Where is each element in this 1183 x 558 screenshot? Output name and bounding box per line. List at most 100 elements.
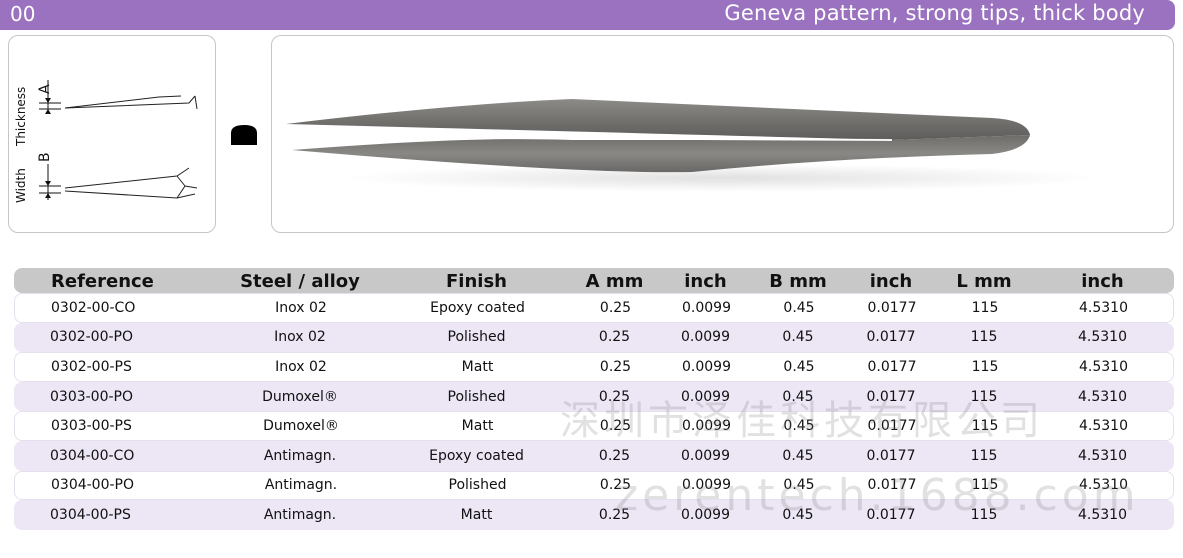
- cell-steel-alloy: Inox 02: [275, 358, 327, 375]
- cell-steel-alloy: Antimagn.: [263, 506, 337, 523]
- table-row: 0304-00-PO Antimagn. Polished 0.25 0.0099 0.4…: [14, 470, 1174, 501]
- cell-l-mm: 115: [971, 358, 999, 375]
- cell-l-mm: 115: [970, 329, 998, 346]
- cell-a-inch: 0.0099: [682, 358, 731, 375]
- cell-a-mm: 0.25: [598, 447, 631, 464]
- cell-finish: Polished: [448, 477, 507, 494]
- cell-steel-alloy: Dumoxel®: [263, 418, 339, 435]
- cell-l-mm: 115: [970, 388, 998, 405]
- cell-a-mm: 0.25: [599, 418, 632, 435]
- top-view-lower-arm: [64, 190, 196, 199]
- cell-b-mm: 0.45: [782, 506, 814, 523]
- table-row: 0302-00-CO Inox 02 Epoxy coated 0.25 0.0099 0…: [14, 293, 1174, 323]
- cell-steel-alloy: Inox 02: [274, 329, 326, 346]
- cell-b-inch: 0.0177: [867, 358, 917, 375]
- col-header-l-mm: L mm: [940, 270, 1028, 293]
- col-header-a-mm: A mm: [572, 270, 657, 293]
- cell-b-inch: 0.0177: [866, 447, 916, 464]
- cell-reference: 0303-00-PS: [51, 418, 132, 435]
- cell-b-inch: 0.0177: [866, 329, 916, 346]
- cell-a-inch: 0.0099: [682, 418, 731, 435]
- tip-profile-drawing: [39, 80, 198, 200]
- cell-reference: 0304-00-PO: [51, 477, 135, 494]
- cell-b-inch: 0.0177: [867, 299, 917, 316]
- cell-l-mm: 115: [970, 506, 998, 523]
- col-header-steel-alloy: Steel / alloy: [219, 270, 381, 293]
- table-row: 0303-00-PS Dumoxel® Matt 0.25 0.0099 0.45 0.01…: [14, 411, 1174, 441]
- table-row: 0302-00-PO Inox 02 Polished 0.25 0.0099 0.45 0…: [14, 322, 1174, 353]
- cell-b-inch: 0.0177: [866, 388, 916, 405]
- table-row: 0302-00-PS Inox 02 Matt 0.25 0.0099 0.45 0.017…: [14, 352, 1174, 382]
- tweezer-image: [286, 99, 1102, 192]
- cell-finish: Epoxy coated: [430, 299, 525, 316]
- cell-b-mm: 0.45: [782, 329, 814, 346]
- side-profile-lower: [64, 95, 182, 109]
- cell-l-mm: 115: [970, 447, 998, 464]
- cell-l-inch: 4.5310: [1078, 329, 1127, 346]
- table-row: 0304-00-CO Antimagn. Epoxy coated 0.25 0.009…: [14, 440, 1174, 471]
- cell-a-inch: 0.0099: [682, 477, 731, 494]
- col-header-b-mm: B mm: [754, 270, 842, 293]
- col-header-b-inch: inch: [845, 270, 937, 293]
- tweezer-upper-arm: [286, 99, 1030, 140]
- specification-table: Reference Steel / alloy Finish A mm inch…: [14, 268, 1174, 530]
- cell-b-mm: 0.45: [783, 299, 815, 316]
- cell-b-mm: 0.45: [782, 447, 814, 464]
- cell-finish: Polished: [447, 388, 506, 405]
- col-header-reference: Reference: [47, 270, 216, 293]
- cell-reference: 0304-00-CO: [50, 447, 135, 464]
- top-view-upper-arm: [64, 167, 190, 189]
- cell-l-mm: 115: [971, 299, 999, 316]
- cell-a-inch: 0.0099: [681, 388, 730, 405]
- cell-l-inch: 4.5310: [1079, 299, 1128, 316]
- cell-steel-alloy: Inox 02: [275, 299, 327, 316]
- cell-b-mm: 0.45: [783, 358, 815, 375]
- cell-finish: Matt: [460, 506, 493, 523]
- cell-finish: Matt: [461, 358, 494, 375]
- cell-l-inch: 4.5310: [1079, 477, 1128, 494]
- cell-finish: Polished: [447, 329, 506, 346]
- cell-reference: 0303-00-PO: [50, 388, 134, 405]
- cell-a-inch: 0.0099: [681, 329, 730, 346]
- cell-a-inch: 0.0099: [682, 299, 731, 316]
- cell-a-mm: 0.25: [598, 329, 631, 346]
- cell-reference: 0302-00-CO: [51, 299, 136, 316]
- table-row: 0303-00-PO Dumoxel® Polished 0.25 0.0099 0.45…: [14, 381, 1174, 412]
- cell-a-mm: 0.25: [599, 358, 632, 375]
- cell-a-inch: 0.0099: [681, 506, 730, 523]
- cell-steel-alloy: Antimagn.: [263, 447, 337, 464]
- cell-a-mm: 0.25: [599, 299, 632, 316]
- col-header-l-inch: inch: [1031, 270, 1174, 293]
- cell-a-mm: 0.25: [598, 506, 631, 523]
- cell-reference: 0302-00-PS: [51, 358, 132, 375]
- cell-l-mm: 115: [971, 418, 999, 435]
- col-header-a-inch: inch: [660, 270, 751, 293]
- cell-steel-alloy: Antimagn.: [264, 477, 338, 494]
- cell-b-mm: 0.45: [782, 388, 814, 405]
- cell-steel-alloy: Dumoxel®: [262, 388, 338, 405]
- cell-b-inch: 0.0177: [866, 506, 916, 523]
- cell-finish: Matt: [461, 418, 494, 435]
- table-row: 0304-00-PS Antimagn. Matt 0.25 0.0099 0.45 0.0…: [14, 500, 1174, 530]
- table-body: 0302-00-CO Inox 02 Epoxy coated 0.25 0.0099 0…: [14, 293, 1174, 530]
- cell-a-mm: 0.25: [598, 388, 631, 405]
- cell-a-mm: 0.25: [599, 477, 632, 494]
- cell-reference: 0302-00-PO: [50, 329, 134, 346]
- cell-a-inch: 0.0099: [681, 447, 730, 464]
- cell-l-inch: 4.5310: [1078, 447, 1127, 464]
- table-header-row: Reference Steel / alloy Finish A mm inch…: [14, 268, 1174, 293]
- cell-b-mm: 0.45: [783, 477, 815, 494]
- cell-l-mm: 115: [971, 477, 999, 494]
- header-bar: 00 Geneva pattern, strong tips, thick bo…: [0, 0, 1175, 30]
- cell-l-inch: 4.5310: [1079, 418, 1128, 435]
- cell-b-mm: 0.45: [783, 418, 815, 435]
- dimension-diagram-panel: Thickness A Width B: [8, 35, 216, 233]
- cell-b-inch: 0.0177: [867, 477, 917, 494]
- cell-l-inch: 4.5310: [1079, 358, 1128, 375]
- cross-section-icon: [231, 125, 257, 145]
- cell-b-inch: 0.0177: [867, 418, 917, 435]
- col-header-finish: Finish: [384, 270, 569, 293]
- cell-l-inch: 4.5310: [1078, 388, 1127, 405]
- cell-l-inch: 4.5310: [1078, 506, 1127, 523]
- model-code: 00: [10, 2, 36, 26]
